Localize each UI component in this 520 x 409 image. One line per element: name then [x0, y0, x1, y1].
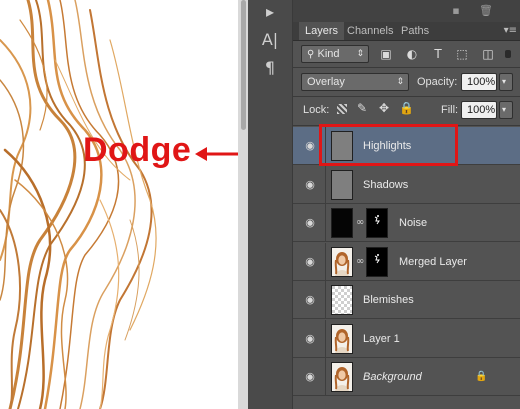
layer-name[interactable]: Background [363, 369, 422, 385]
visibility-eye-icon[interactable]: ◉ [303, 293, 317, 307]
lock-all-icon[interactable]: 🔒 [399, 101, 414, 115]
chevron-updown-icon: ⇕ [396, 77, 404, 87]
trash-icon[interactable]: 🗑 [479, 4, 493, 18]
panel-dock-strip: ▸ A| ¶ [248, 0, 292, 409]
adjustment-filter-icon[interactable]: ◐ [405, 47, 419, 61]
search-icon: ⚲ [307, 49, 318, 60]
blend-mode-dropdown[interactable]: Overlay ⇕ [301, 73, 409, 91]
lock-label: Lock: [303, 104, 330, 116]
image-filter-icon[interactable]: ▣ [379, 47, 393, 61]
lock-position-icon[interactable]: ✥ [377, 101, 391, 115]
visibility-eye-icon[interactable]: ◉ [303, 370, 317, 384]
opacity-label: Opacity: [417, 76, 458, 88]
layer-thumbnail[interactable] [331, 285, 353, 315]
layer-row[interactable]: ◉ ∞ Merged Layer [293, 243, 520, 281]
layer-row[interactable]: ◉ Background 🔒 [293, 358, 520, 396]
fill-input[interactable]: 100% [461, 101, 497, 119]
chat-bubble-icon[interactable]: ▸ [260, 2, 280, 22]
panel-menu-icon[interactable]: ▾≡ [504, 25, 517, 36]
mask-link-icon[interactable]: ∞ [356, 217, 364, 229]
divider [293, 96, 520, 97]
blend-mode-value: Overlay [307, 76, 345, 88]
opacity-slider-button[interactable]: ▾ [499, 73, 513, 91]
filter-kind-label: Kind [317, 48, 340, 60]
divider [325, 243, 326, 281]
layer-row[interactable]: ◉ Layer 1 [293, 320, 520, 358]
divider [325, 166, 326, 204]
layer-name[interactable]: Merged Layer [399, 254, 467, 270]
highlight-callout-box [319, 124, 458, 166]
panel-tabs: Layers Channels Paths ▾≡ [293, 22, 520, 41]
panel-header: ▪ 🗑 [293, 0, 520, 22]
layer-name[interactable]: Noise [399, 215, 427, 231]
divider [293, 67, 520, 68]
layer-mask-thumbnail[interactable] [366, 208, 388, 238]
layer-row[interactable]: ◉ ∞ Noise [293, 204, 520, 242]
layer-name[interactable]: Layer 1 [363, 331, 400, 347]
opacity-input[interactable]: 100% [461, 73, 497, 91]
layer-name[interactable]: Blemishes [363, 292, 414, 308]
dodge-annotation-label: Dodge [83, 131, 192, 169]
tab-layers[interactable]: Layers [299, 22, 345, 40]
paragraph-icon[interactable]: ¶ [260, 58, 280, 78]
layer-lock-icon: 🔒 [475, 371, 488, 382]
layer-thumbnail[interactable] [331, 170, 353, 200]
visibility-eye-icon[interactable]: ◉ [303, 178, 317, 192]
chevron-updown-icon: ⇕ [356, 49, 364, 59]
layer-name[interactable]: Shadows [363, 177, 408, 193]
visibility-eye-icon[interactable]: ◉ [303, 255, 317, 269]
layer-row[interactable]: ◉ Shadows [293, 166, 520, 204]
lock-image-pixels-icon[interactable]: ✎ [355, 101, 369, 115]
character-icon[interactable]: A| [260, 30, 280, 50]
layer-thumbnail[interactable] [331, 247, 353, 277]
divider [325, 204, 326, 242]
scrollbar-thumb[interactable] [241, 0, 246, 130]
layer-row[interactable]: ◉ Blemishes [293, 281, 520, 319]
hair-photo [0, 0, 157, 409]
tab-paths[interactable]: Paths [395, 22, 435, 40]
lock-transparent-pixels-icon[interactable] [337, 104, 347, 114]
layer-thumbnail[interactable] [331, 324, 353, 354]
smart-object-filter-icon[interactable]: ◫ [481, 47, 495, 61]
tab-channels[interactable]: Channels [341, 22, 399, 40]
filter-toggle[interactable] [505, 50, 511, 58]
document-canvas[interactable] [0, 0, 240, 409]
mask-link-icon[interactable]: ∞ [356, 256, 364, 268]
layer-thumbnail[interactable] [331, 208, 353, 238]
divider [325, 358, 326, 396]
layer-mask-thumbnail[interactable] [366, 247, 388, 277]
type-filter-icon[interactable]: T [431, 47, 445, 61]
fill-slider-button[interactable]: ▾ [499, 101, 513, 119]
fill-label: Fill: [441, 104, 459, 116]
layers-panel: ▪ 🗑 Layers Channels Paths ▾≡ ⚲ Kind ⇕ ▣ … [292, 0, 520, 409]
shape-filter-icon[interactable]: ⬚ [455, 47, 469, 61]
divider [325, 320, 326, 358]
new-layer-icon[interactable]: ▪ [449, 4, 463, 18]
visibility-eye-icon[interactable]: ◉ [303, 216, 317, 230]
divider [325, 281, 326, 319]
layer-thumbnail[interactable] [331, 362, 353, 392]
visibility-eye-icon[interactable]: ◉ [303, 332, 317, 346]
layers-list: ◉ Highlights ◉ Shadows ◉ ∞ Noise ◉ ∞ Merged Layer… [293, 127, 520, 409]
visibility-eye-icon[interactable]: ◉ [303, 139, 317, 153]
layer-filter-dropdown[interactable]: ⚲ Kind ⇕ [301, 45, 369, 63]
